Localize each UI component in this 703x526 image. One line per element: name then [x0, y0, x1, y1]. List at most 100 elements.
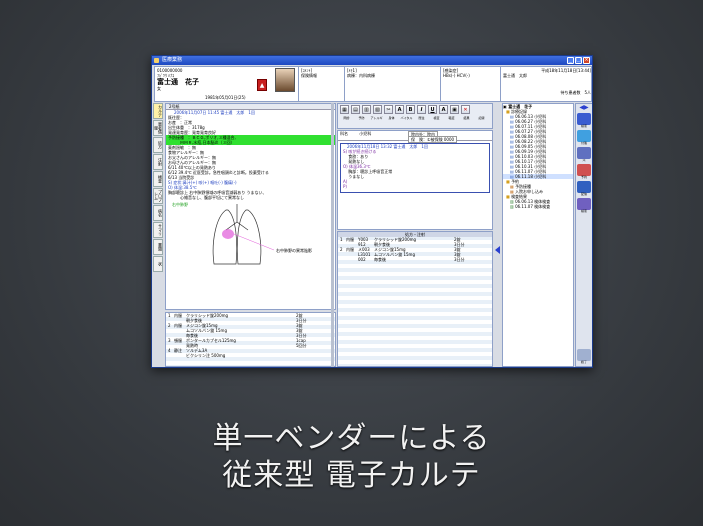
toolbar-button-1[interactable]: ▤: [351, 105, 360, 114]
order-cell-kind: [174, 353, 186, 358]
tab-disease[interactable]: 病名: [153, 205, 163, 221]
current-orders-pane[interactable]: 処方・注射 1 内服 Y003 クラリシッド錠200mg 2錠 912 朝夕食後 3日分 2 内服…: [337, 231, 493, 367]
session-user: 富士通 太郎: [503, 73, 527, 78]
alert-badge[interactable]: ▲: [257, 79, 267, 91]
infection-text: HBs(-) HCV(-): [443, 73, 470, 78]
toolbar-tab-1[interactable]: 予防: [354, 116, 369, 120]
tab-patient-info[interactable]: 患者情報: [153, 120, 163, 136]
toolbar-button-7[interactable]: I: [417, 105, 426, 114]
side-tool-label: 終了: [580, 360, 587, 364]
tree-visit-label: 06.11.18 小児科: [515, 174, 547, 179]
tab-exam[interactable]: 検査: [153, 171, 163, 187]
memo1-cell[interactable]: [ﾒﾓ1] 病棟：内科病棟: [345, 67, 441, 101]
visit-info: 科名 小児科 院内外：院内 保 険：①被保険 0000: [338, 131, 492, 143]
patient-birthdate: 1981年05月01日(25): [205, 95, 246, 100]
toolbar-button-9[interactable]: A: [439, 105, 448, 114]
side-tool-label: 検索: [580, 124, 587, 128]
toolbar-tab-0[interactable]: 問診: [339, 116, 354, 120]
infection-cell[interactable]: [感染症] HBs(-) HCV(-): [441, 67, 501, 101]
toolbar-button-4[interactable]: ✂: [384, 105, 393, 114]
rx-cell-code: 002: [358, 257, 366, 262]
side-tool-label: 検索: [580, 209, 587, 213]
dept-value: 小児科: [359, 131, 372, 136]
insurance-select[interactable]: 保 険：①被保険 0000: [408, 136, 458, 143]
toolbar-tab-4[interactable]: バイタル: [399, 116, 414, 120]
maximize-icon[interactable]: □: [575, 57, 582, 64]
tab-documents[interactable]: 書類: [153, 239, 163, 255]
pane-splitter[interactable]: [331, 103, 334, 367]
collapse-arrow-icon[interactable]: [495, 246, 500, 254]
toolbar-button-3[interactable]: ▧: [373, 105, 382, 114]
rx-cell-kind: [346, 257, 358, 262]
side-tool-label: 付箋: [580, 141, 587, 145]
toolbar-tab-9[interactable]: 記録: [474, 116, 489, 120]
close-icon[interactable]: ×: [583, 57, 590, 64]
past-orders-pane[interactable]: 1 内服 クラリシッド錠200mg 2錠 朝夕食後 3日分 2 内服 メジコン錠15mg 3錠 ムコ…: [165, 312, 336, 367]
slide-caption-line2: 従来型 電子カルテ: [222, 458, 481, 493]
side-tool-6[interactable]: 終了: [577, 347, 591, 364]
nav-arrows-icon[interactable]: ◀▶: [576, 104, 592, 111]
order-cell-drug: ビクシリン注 500mg: [186, 353, 226, 358]
soap-editor[interactable]: 2006年11月18日 13:32 富士通 太郎 1回 S) 咳が続き続ける 食…: [340, 143, 490, 193]
side-tool-3[interactable]: 予約: [576, 164, 592, 179]
side-tool-1[interactable]: 付箋: [576, 130, 592, 145]
past-entry-text: 既往歴： お産 ：正常 出生体重 ：3178g 発達発育歴：発育発育良好 予防接種 ：Ｂ…: [166, 115, 335, 200]
toolbar-button-5[interactable]: A: [395, 105, 404, 114]
tree-result-label: 06.11.07 検体検査: [515, 204, 551, 209]
toolbar-button-6[interactable]: B: [406, 105, 415, 114]
past-record-pane[interactable]: 2号紙 2006年11月07日 11:45 富士通 太郎 1回 既往歴： お産 ：…: [165, 103, 336, 310]
tab-karte[interactable]: カルテ: [153, 103, 163, 119]
toolbar-button-10[interactable]: ▣: [450, 105, 459, 114]
toolbar-tab-6[interactable]: 検査: [429, 116, 444, 120]
record-tree-pane[interactable]: ▣ 富士通 花子 ■ 診療記録 ▤ 06.06.13 小児科 ▤ 06.06.27…: [502, 103, 574, 367]
left-tab-strip: カルテ 患者情報 処方 注射 検査 プロブレム 病名 サマリ 書類 状: [153, 103, 163, 367]
lung-schema[interactable]: 右中肺野 右中肺野の異常陰影: [166, 202, 335, 272]
tree-result-item[interactable]: ▥ 06.11.07 検体検査: [503, 204, 573, 209]
toolbar-button-0[interactable]: ▦: [340, 105, 349, 114]
tab-injection[interactable]: 注射: [153, 154, 163, 170]
side-tool-5[interactable]: 検索: [576, 198, 592, 213]
order-cell-qty: [296, 353, 326, 358]
tab-prescription[interactable]: 処方: [153, 137, 163, 153]
memo1-text: 病棟：内科病棟: [347, 73, 375, 78]
order-row[interactable]: ビクシリン注 500mg: [166, 353, 335, 358]
app-icon: [154, 58, 159, 63]
patient-info-cell: 0100000000 ﾌｼﾞﾂｳ ﾊﾅｺ 富士通 花子 女 1981年05月01…: [155, 67, 299, 101]
toolbar-tab-7[interactable]: 軽症: [444, 116, 459, 120]
side-tool-label: 予約: [580, 175, 587, 179]
lung-diagram-icon: [212, 204, 275, 265]
schema-note: 右中肺野の異常陰影: [276, 248, 312, 253]
editor-toolbar: ▦ ▤ ▥ ▧ ✂ A B I U A ▣ ✕ 問診 予防 アレルギ 身体 バイタル 既往 検査 軽症 結果 記録: [337, 103, 493, 129]
window-titlebar: 医療業務 _ □ ×: [152, 56, 592, 65]
tab-problem[interactable]: プロブレム: [153, 188, 163, 204]
current-entry-line: P): [343, 184, 347, 189]
side-tool-0[interactable]: 検索: [576, 113, 592, 128]
toolbar-tab-3[interactable]: 身体: [384, 116, 399, 120]
toolbar-button-2[interactable]: ▥: [362, 105, 371, 114]
waiting-count: 待ち患者数 5人: [560, 90, 591, 95]
current-record-pane[interactable]: 科名 小児科 院内外：院内 保 険：①被保険 0000 2006年11月18日 …: [337, 130, 493, 230]
side-tool-4[interactable]: 配信: [576, 181, 592, 196]
rx-cell-drug: 毎食後: [374, 257, 386, 262]
current-entry-text: S) 咳が続き続ける 食欲：あり 発熱なし O) 体温36.3℃ 胸部：聴診上呼吸…: [341, 149, 489, 189]
dept-label: 科名: [340, 131, 348, 136]
comment-cell[interactable]: [ｺﾒﾝﾄ] 保険情報: [299, 67, 345, 101]
comment-text: 保険情報: [301, 73, 317, 78]
toolbar-button-11[interactable]: ✕: [461, 105, 470, 114]
toolbar-tab-2[interactable]: アレルギ: [369, 116, 384, 120]
patient-photo: [275, 68, 295, 92]
tab-summary[interactable]: サマリ: [153, 222, 163, 238]
toolbar-tab-8[interactable]: 結果: [459, 116, 474, 120]
tab-status[interactable]: 状: [153, 256, 163, 272]
side-tool-label: 配信: [580, 192, 587, 196]
rx-cell-qty: 3日分: [454, 257, 465, 262]
window-title: 医療業務: [162, 57, 183, 63]
side-tool-2[interactable]: ﾒﾓ: [576, 147, 592, 162]
minimize-icon[interactable]: _: [567, 57, 574, 64]
toolbar-button-8[interactable]: U: [428, 105, 437, 114]
patient-header: 0100000000 ﾌｼﾞﾂｳ ﾊﾅｺ 富士通 花子 女 1981年05月01…: [154, 66, 592, 102]
past-entry-line: 心雑音なし、腹部平坦にて異常なし: [168, 195, 244, 200]
rx-row[interactable]: 002 毎食後 3日分: [338, 257, 492, 262]
toolbar-tab-5[interactable]: 既往: [414, 116, 429, 120]
session-cell: 平成18年11月18日[13:44] 富士通 太郎 待ち患者数 5人: [501, 67, 592, 101]
